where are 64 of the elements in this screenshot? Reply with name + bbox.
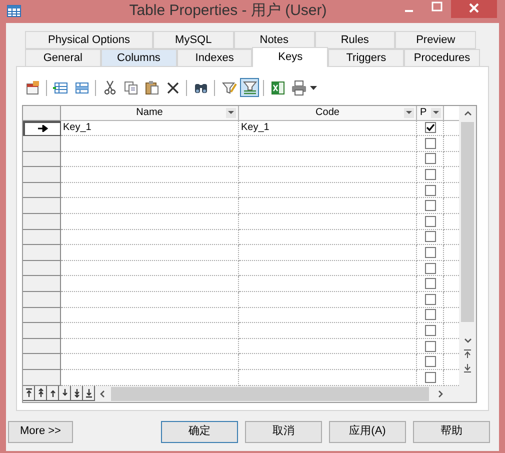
window-title: Table Properties - 用户 (User) (128, 1, 328, 21)
dialog-button[interactable]: More >> (8, 420, 73, 442)
checkbox[interactable] (424, 356, 436, 368)
checkbox[interactable] (424, 184, 436, 196)
checkbox[interactable] (424, 169, 436, 180)
scroll-down-icon[interactable] (462, 336, 472, 346)
dialog-button[interactable]: 确定 (161, 420, 238, 442)
dialog-button[interactable]: 取消 (245, 420, 322, 442)
checkbox[interactable] (424, 247, 436, 258)
tab[interactable]: Triggers (328, 48, 404, 66)
column-header[interactable]: Code (239, 106, 417, 120)
row-header[interactable] (23, 120, 61, 136)
page-up-icon[interactable] (35, 386, 47, 402)
up-arrow-icon[interactable] (47, 386, 59, 402)
checkbox[interactable] (424, 309, 436, 320)
column-label: Name (136, 106, 163, 118)
filter-dropdown-icon[interactable] (431, 108, 441, 118)
filter-dropdown-icon[interactable] (404, 108, 414, 118)
checkbox[interactable] (424, 216, 436, 227)
filter-icon[interactable] (240, 78, 259, 97)
checkbox[interactable] (424, 262, 436, 274)
dialog-button[interactable]: 帮助 (413, 420, 490, 442)
page-down-icon[interactable] (71, 386, 83, 402)
last-record-icon[interactable] (83, 386, 95, 402)
dialog-button[interactable]: 应用(A) (329, 420, 406, 442)
scroll-top-icon[interactable] (462, 348, 473, 360)
checkbox[interactable] (424, 294, 436, 305)
down-arrow-icon[interactable] (59, 386, 71, 402)
table-cell: Key_1 (61, 120, 239, 136)
tab[interactable]: General (25, 48, 101, 66)
checkbox[interactable] (424, 278, 436, 290)
table-icon (7, 5, 21, 18)
column-label: Code (316, 106, 340, 118)
tab[interactable]: Rules (314, 30, 396, 48)
tab[interactable]: MySQL (153, 30, 234, 48)
checkbox[interactable] (424, 231, 436, 242)
tab[interactable]: Indexes (176, 48, 252, 66)
table-cell: Key_1 (239, 120, 417, 136)
checkbox[interactable] (424, 138, 436, 149)
checkbox[interactable] (424, 200, 436, 212)
tab[interactable]: Procedures (404, 48, 480, 66)
current-row-arrow-icon (38, 125, 48, 132)
first-record-icon[interactable] (23, 386, 35, 402)
vertical-scrollbar[interactable] (459, 120, 476, 386)
printer-icon[interactable] (289, 78, 308, 97)
tab[interactable]: Columns (100, 48, 177, 66)
checkbox[interactable] (424, 372, 436, 383)
tab[interactable]: Preview (395, 30, 476, 48)
checkbox[interactable] (424, 340, 436, 352)
checkbox[interactable] (424, 153, 436, 164)
tab[interactable]: Physical Options (25, 30, 153, 48)
checkbox[interactable] (424, 325, 436, 336)
checkbox[interactable] (424, 122, 436, 134)
tab[interactable]: Notes (234, 30, 314, 48)
scroll-thumb[interactable] (461, 122, 474, 322)
close-icon[interactable] (451, 0, 497, 18)
tab[interactable]: Keys (252, 46, 328, 66)
column-header[interactable]: P (417, 106, 444, 120)
column-label: P (420, 106, 427, 118)
scroll-bottom-icon[interactable] (462, 362, 473, 374)
filter-dropdown-icon[interactable] (226, 108, 236, 118)
horizontal-scroll-thumb[interactable] (111, 386, 429, 401)
column-header[interactable]: Name (61, 106, 239, 120)
dropdown-caret-icon[interactable] (310, 86, 317, 90)
